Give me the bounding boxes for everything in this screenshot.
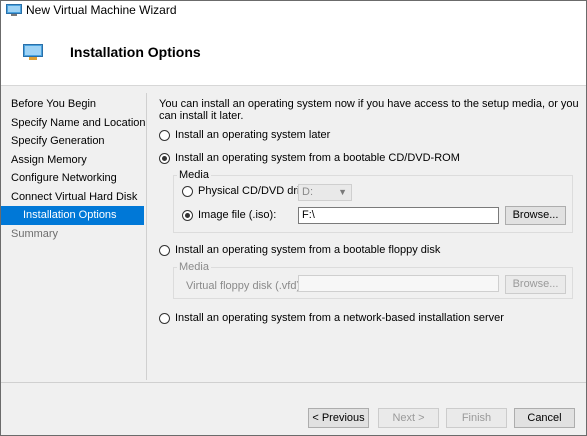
nav-item-specify-generation[interactable]: Specify Generation xyxy=(1,132,144,151)
description-text: You can install an operating system now … xyxy=(159,98,579,122)
nav-item-summary: Summary xyxy=(11,227,59,240)
radio-physical-drive[interactable] xyxy=(182,185,193,197)
previous-button[interactable]: < Previous xyxy=(308,408,369,428)
nav-item-assign-memory[interactable]: Assign Memory xyxy=(1,151,144,170)
nav-divider xyxy=(146,93,147,380)
wizard-steps-nav: Before You Begin Specify Name and Locati… xyxy=(1,95,146,243)
image-file-option[interactable]: Image file (.iso): xyxy=(182,209,276,221)
floppy-media-group-label: Media xyxy=(177,261,211,273)
physical-drive-select: D: ▼ xyxy=(298,184,352,201)
image-file-input[interactable]: F:\ xyxy=(298,207,499,224)
option-install-from-network[interactable]: Install an operating system from a netwo… xyxy=(159,312,504,324)
radio-install-from-dvd[interactable] xyxy=(159,152,170,164)
cancel-button[interactable]: Cancel xyxy=(514,408,575,428)
nav-item-specify-name-and-location[interactable]: Specify Name and Location xyxy=(1,114,146,133)
header-banner: Installation Options xyxy=(1,19,586,86)
chevron-down-icon: ▼ xyxy=(338,187,347,197)
finish-button: Finish xyxy=(446,408,507,428)
physical-drive-option[interactable]: Physical CD/DVD drive: xyxy=(182,185,314,197)
radio-install-later[interactable] xyxy=(159,129,170,141)
footer-divider xyxy=(1,382,586,383)
radio-image-file[interactable] xyxy=(182,209,193,221)
floppy-browse-button: Browse... xyxy=(505,275,566,294)
nav-item-connect-virtual-hard-disk[interactable]: Connect Virtual Hard Disk xyxy=(1,188,144,207)
next-button: Next > xyxy=(378,408,439,428)
vfd-label: Virtual floppy disk (.vfd): xyxy=(186,280,304,292)
radio-install-from-floppy[interactable] xyxy=(159,244,170,256)
page-title: Installation Options xyxy=(70,44,201,60)
option-install-later[interactable]: Install an operating system later xyxy=(159,129,330,141)
dvd-browse-button[interactable]: Browse... xyxy=(505,206,566,225)
nav-item-before-you-begin[interactable]: Before You Begin xyxy=(1,95,144,114)
radio-install-from-network[interactable] xyxy=(159,312,170,324)
physical-drive-label: Physical CD/DVD drive: xyxy=(198,185,315,197)
option-install-from-floppy-label: Install an operating system from a boota… xyxy=(175,244,441,256)
vfd-input xyxy=(298,275,499,292)
nav-item-installation-options[interactable]: Installation Options xyxy=(1,206,144,225)
nav-item-configure-networking[interactable]: Configure Networking xyxy=(1,169,144,188)
physical-drive-value: D: xyxy=(302,186,313,198)
virtual-machine-icon xyxy=(6,4,22,16)
wizard-window: New Virtual Machine Wizard Installation … xyxy=(0,0,587,436)
window-title: New Virtual Machine Wizard xyxy=(26,3,177,17)
title-bar[interactable]: New Virtual Machine Wizard xyxy=(1,1,586,19)
option-install-from-network-label: Install an operating system from a netwo… xyxy=(175,312,504,324)
option-install-from-dvd[interactable]: Install an operating system from a boota… xyxy=(159,152,460,164)
dvd-media-group-label: Media xyxy=(177,169,211,181)
image-file-label: Image file (.iso): xyxy=(198,209,277,221)
virtual-machine-icon xyxy=(23,44,43,60)
option-install-from-floppy[interactable]: Install an operating system from a boota… xyxy=(159,244,440,256)
option-install-later-label: Install an operating system later xyxy=(175,129,331,141)
option-install-from-dvd-label: Install an operating system from a boota… xyxy=(175,152,460,164)
